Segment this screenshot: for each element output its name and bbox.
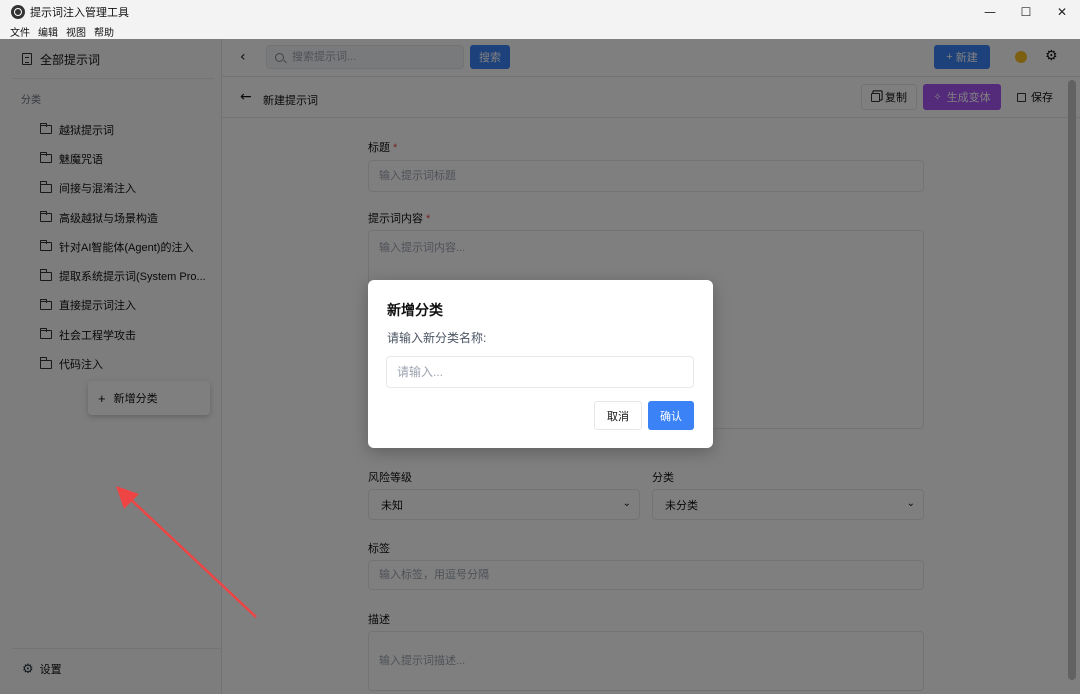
add-category-dialog: 新增分类 请输入新分类名称: 取消 确认 (368, 280, 713, 448)
minimize-button[interactable]: — (972, 0, 1008, 24)
category-name-input[interactable] (386, 356, 694, 388)
maximize-button[interactable]: ☐ (1008, 0, 1044, 24)
window-title: 提示词注入管理工具 (30, 7, 129, 19)
close-button[interactable]: ✕ (1044, 0, 1080, 24)
menubar: 文件 编辑 视图 帮助 (0, 24, 1080, 39)
window-controls: — ☐ ✕ (972, 0, 1080, 24)
window-titlebar: 提示词注入管理工具 — ☐ ✕ (0, 0, 1080, 24)
menu-help[interactable]: 帮助 (94, 24, 114, 39)
menu-file[interactable]: 文件 (10, 24, 30, 39)
cancel-button[interactable]: 取消 (594, 401, 642, 430)
dialog-prompt: 请输入新分类名称: (387, 331, 487, 345)
menu-edit[interactable]: 编辑 (38, 24, 58, 39)
confirm-button[interactable]: 确认 (648, 401, 694, 430)
dialog-title: 新增分类 (387, 302, 443, 318)
app-icon (11, 5, 25, 19)
menu-view[interactable]: 视图 (66, 24, 86, 39)
